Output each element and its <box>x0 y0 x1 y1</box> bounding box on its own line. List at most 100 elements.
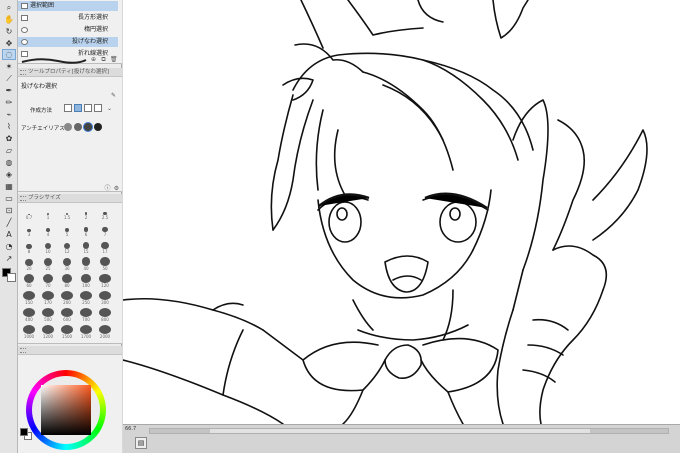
color-saturation-square[interactable] <box>41 385 91 435</box>
brush-size-dot <box>99 308 111 317</box>
selection-tool-icon[interactable]: ◌ <box>2 49 16 60</box>
brush-size-preset[interactable]: 25 <box>40 257 56 271</box>
brush-size-preset[interactable]: 2.5 <box>97 206 113 220</box>
brush-size-preset[interactable]: 0.7 <box>21 206 37 220</box>
brush-size-preset[interactable]: 1000 <box>21 325 37 339</box>
brush-size-preset[interactable]: 300 <box>97 291 113 305</box>
ruler-tool-icon[interactable]: ╱ <box>2 217 16 228</box>
blend-tool-icon[interactable]: ◍ <box>2 157 16 168</box>
subtool-rect-selection[interactable]: 長方形選択 <box>18 13 118 23</box>
brush-size-preset[interactable]: 800 <box>97 308 113 322</box>
brush-size-preset[interactable]: 200 <box>59 291 75 305</box>
brush-size-label: 150 <box>25 300 33 305</box>
brush-size-preset[interactable]: 12 <box>59 240 75 254</box>
subtool-lasso-selection[interactable]: 投げなわ選択 <box>18 37 118 47</box>
brush-size-preset[interactable]: 150 <box>21 291 37 305</box>
subtool-group-header[interactable]: 選択範囲 <box>18 1 118 11</box>
brush-size-preset[interactable]: 600 <box>59 308 75 322</box>
settings-icon[interactable]: ⚙ <box>113 185 120 192</box>
eraser-tool-icon[interactable]: ▱ <box>2 145 16 156</box>
airbrush-tool-icon[interactable]: ⌇ <box>2 121 16 132</box>
text-tool-icon[interactable]: A <box>2 229 16 240</box>
brush-size-preset[interactable]: 15 <box>78 240 94 254</box>
brush-size-preset[interactable]: 7 <box>97 223 113 237</box>
move-tool-icon[interactable]: ✥ <box>2 38 16 49</box>
gradient-tool-icon[interactable]: ▦ <box>2 181 16 192</box>
intersect-selection-button[interactable] <box>94 104 102 112</box>
horizontal-scrollbar[interactable] <box>149 428 669 434</box>
brush-size-dot <box>43 274 53 283</box>
brush-size-preset[interactable]: 30 <box>59 257 75 271</box>
brush-size-label: 500 <box>44 317 52 322</box>
copy-subtool-icon[interactable]: ⧉ <box>100 56 107 63</box>
correct-line-tool-icon[interactable]: ↗ <box>2 253 16 264</box>
pencil-tool-icon[interactable]: ✏ <box>2 97 16 108</box>
brush-size-label: 20 <box>26 266 32 271</box>
subtract-selection-button[interactable] <box>84 104 92 112</box>
sub-color-swatch[interactable] <box>7 273 16 282</box>
antialias-weak-option[interactable] <box>74 123 82 131</box>
hand-tool-icon[interactable]: ✋ <box>2 14 16 25</box>
brush-size-dot <box>61 325 73 334</box>
balloon-tool-icon[interactable]: ◔ <box>2 241 16 252</box>
brush-size-preset[interactable]: 400 <box>21 308 37 322</box>
magic-wand-icon[interactable]: ✶ <box>2 61 16 72</box>
brush-size-preset[interactable]: 4 <box>40 223 56 237</box>
brush-size-label: 3 <box>27 232 31 237</box>
brush-size-preset[interactable]: 1700 <box>78 325 94 339</box>
add-subtool-icon[interactable]: ⊕ <box>90 56 97 63</box>
brush-tool-icon[interactable]: ⌁ <box>2 109 16 120</box>
subtool-ellipse-selection[interactable]: 楕円選択 <box>18 25 118 35</box>
brush-size-preset[interactable]: 500 <box>40 308 56 322</box>
brush-size-preset[interactable]: 1500 <box>59 325 75 339</box>
brush-size-label: 600 <box>63 317 71 322</box>
brush-size-preset[interactable]: 8 <box>21 240 37 254</box>
brush-size-preset[interactable]: 1200 <box>40 325 56 339</box>
info-icon[interactable]: ⓘ <box>104 185 111 192</box>
navigator-toggle-icon[interactable]: ▤ <box>135 437 147 449</box>
brush-size-header: ブラシサイズ <box>18 194 122 203</box>
brush-size-preset[interactable]: 70 <box>40 274 56 288</box>
brush-size-preset[interactable]: 700 <box>78 308 94 322</box>
pen-tool-icon[interactable]: ✒ <box>2 85 16 96</box>
brush-size-preset[interactable]: 50 <box>97 257 113 271</box>
chevron-down-icon[interactable]: ⌄ <box>106 105 113 112</box>
antialias-medium-option[interactable] <box>84 123 92 131</box>
rotate-tool-icon[interactable]: ↻ <box>2 26 16 37</box>
brush-size-preset[interactable]: 1.5 <box>59 206 75 220</box>
delete-subtool-icon[interactable]: 🗑 <box>110 56 118 63</box>
drawing-canvas[interactable] <box>123 0 680 424</box>
new-selection-button[interactable] <box>64 104 72 112</box>
scrollbar-thumb[interactable] <box>210 429 590 433</box>
brush-size-preset[interactable]: 2 <box>78 206 94 220</box>
antialias-strong-option[interactable] <box>94 123 102 131</box>
add-selection-button[interactable] <box>74 104 82 112</box>
eyedropper-icon[interactable]: ⟋ <box>2 73 16 84</box>
brush-size-preset[interactable]: 2000 <box>97 325 113 339</box>
figure-tool-icon[interactable]: ▭ <box>2 193 16 204</box>
brush-size-preset[interactable]: 1 <box>40 206 56 220</box>
brush-size-preset[interactable]: 10 <box>40 240 56 254</box>
brush-size-preset[interactable]: 80 <box>59 274 75 288</box>
antialias-none-option[interactable] <box>64 123 72 131</box>
brush-size-preset[interactable]: 120 <box>97 274 113 288</box>
zoom-tool-icon[interactable]: ⌕ <box>2 2 16 13</box>
brush-size-preset[interactable]: 17 <box>97 240 113 254</box>
brush-size-preset[interactable]: 100 <box>78 274 94 288</box>
wrench-icon[interactable]: ✎ <box>110 92 117 99</box>
brush-size-preset[interactable]: 60 <box>21 274 37 288</box>
panel-main-color-swatch[interactable] <box>20 428 28 436</box>
brush-size-preset[interactable]: 250 <box>78 291 94 305</box>
brush-size-preset[interactable]: 6 <box>78 223 94 237</box>
brush-size-preset[interactable]: 170 <box>40 291 56 305</box>
brush-size-dot <box>100 257 110 266</box>
brush-size-preset[interactable]: 5 <box>59 223 75 237</box>
brush-size-label: 25 <box>45 266 51 271</box>
fill-tool-icon[interactable]: ◈ <box>2 169 16 180</box>
frame-tool-icon[interactable]: ⊡ <box>2 205 16 216</box>
brush-size-preset[interactable]: 20 <box>21 257 37 271</box>
brush-size-preset[interactable]: 3 <box>21 223 37 237</box>
decoration-tool-icon[interactable]: ✿ <box>2 133 16 144</box>
brush-size-dot <box>23 291 35 300</box>
brush-size-preset[interactable]: 40 <box>78 257 94 271</box>
